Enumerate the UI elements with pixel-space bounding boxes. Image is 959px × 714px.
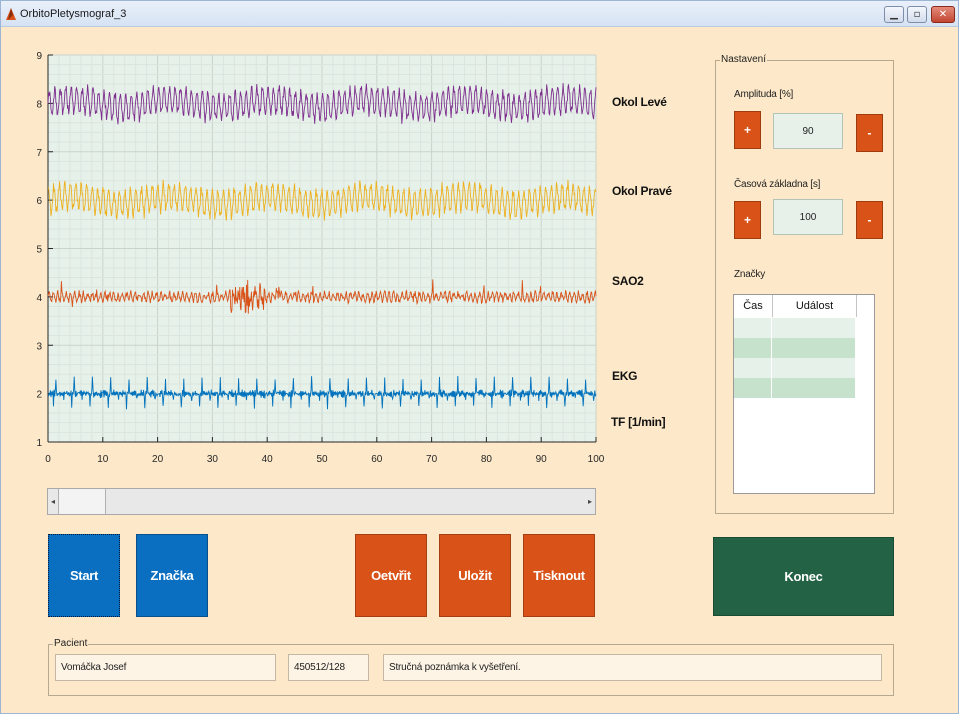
signal-plot: 0 10 20 30 40 50 60 70 80 90 100 1 2 3 4 5 6 7 8 9 bbox=[36, 51, 605, 465]
y-tick-label: 1 bbox=[36, 438, 42, 449]
timebase-label: Časová základna [s] bbox=[734, 179, 821, 190]
patient-panel-legend: Pacient bbox=[53, 638, 89, 649]
amplitude-plus-button[interactable]: + bbox=[734, 111, 761, 149]
scroll-thumb[interactable] bbox=[58, 489, 106, 514]
tf-label: TF [1/min] bbox=[611, 415, 666, 429]
open-button[interactable]: Oetvřit bbox=[355, 534, 427, 617]
time-scrollbar[interactable]: ◂ ▸ bbox=[47, 488, 596, 515]
series-label-ekg: EKG bbox=[612, 369, 638, 383]
column-header-time[interactable]: Čas bbox=[734, 295, 773, 317]
table-row[interactable] bbox=[734, 358, 856, 378]
app-window: OrbitoPletysmograf_3 ▁ ▫ ✕ 0 10 20 30 40 50 60… bbox=[0, 0, 959, 714]
series-label-okol-prave: Okol Pravé bbox=[612, 184, 672, 198]
x-tick-label: 40 bbox=[262, 454, 274, 465]
amplitude-label: Amplituda [%] bbox=[734, 89, 794, 100]
amplitude-minus-button[interactable]: - bbox=[856, 114, 883, 152]
x-tick-label: 100 bbox=[588, 454, 605, 465]
mark-button[interactable]: Značka bbox=[136, 534, 208, 617]
y-tick-label: 6 bbox=[36, 196, 42, 207]
table-row[interactable] bbox=[734, 378, 856, 398]
timebase-field[interactable]: 100 bbox=[773, 199, 843, 235]
y-tick-label: 8 bbox=[36, 99, 42, 110]
x-tick-label: 20 bbox=[152, 454, 164, 465]
scroll-left-arrow-icon[interactable]: ◂ bbox=[48, 489, 58, 514]
marks-label: Značky bbox=[734, 269, 766, 280]
marks-table-header: Čas Událost bbox=[734, 295, 857, 317]
start-button[interactable]: Start bbox=[48, 534, 120, 617]
y-tick-label: 7 bbox=[36, 148, 42, 159]
x-tick-label: 50 bbox=[316, 454, 328, 465]
x-tick-label: 30 bbox=[207, 454, 219, 465]
x-tick-label: 0 bbox=[45, 454, 51, 465]
window-title: OrbitoPletysmograf_3 bbox=[20, 8, 127, 20]
patient-name-field[interactable]: Vomáčka Josef bbox=[55, 654, 276, 681]
series-label-okol-leve: Okol Levé bbox=[612, 95, 667, 109]
x-tick-label: 10 bbox=[97, 454, 109, 465]
settings-panel-legend: Nastavení bbox=[720, 54, 768, 65]
y-tick-label: 2 bbox=[36, 390, 42, 401]
end-button[interactable]: Konec bbox=[713, 537, 894, 616]
print-button[interactable]: Tisknout bbox=[523, 534, 595, 617]
maximize-button[interactable]: ▫ bbox=[907, 6, 927, 23]
series-label-sao2: SAO2 bbox=[612, 274, 644, 288]
column-header-event[interactable]: Událost bbox=[773, 295, 857, 317]
minimize-button[interactable]: ▁ bbox=[884, 6, 904, 23]
timebase-plus-button[interactable]: + bbox=[734, 201, 761, 239]
table-row[interactable] bbox=[734, 338, 856, 358]
x-tick-label: 90 bbox=[536, 454, 548, 465]
y-tick-label: 3 bbox=[36, 341, 42, 352]
matlab-app-icon bbox=[6, 8, 16, 20]
amplitude-field[interactable]: 90 bbox=[773, 113, 843, 149]
save-button[interactable]: Uložit bbox=[439, 534, 511, 617]
y-tick-label: 4 bbox=[36, 293, 42, 304]
patient-id-field[interactable]: 450512/128 bbox=[288, 654, 369, 681]
timebase-minus-button[interactable]: - bbox=[856, 201, 883, 239]
x-tick-label: 80 bbox=[481, 454, 493, 465]
x-tick-label: 60 bbox=[371, 454, 383, 465]
marks-table[interactable]: Čas Událost bbox=[733, 294, 875, 494]
table-row[interactable] bbox=[734, 318, 856, 338]
x-tick-label: 70 bbox=[426, 454, 438, 465]
patient-note-field[interactable]: Stručná poznámka k vyšetření. bbox=[383, 654, 882, 681]
y-tick-label: 5 bbox=[36, 245, 42, 256]
title-bar: OrbitoPletysmograf_3 ▁ ▫ ✕ bbox=[1, 1, 958, 27]
y-tick-label: 9 bbox=[36, 51, 42, 62]
close-button[interactable]: ✕ bbox=[931, 6, 955, 23]
scroll-right-arrow-icon[interactable]: ▸ bbox=[585, 489, 595, 514]
